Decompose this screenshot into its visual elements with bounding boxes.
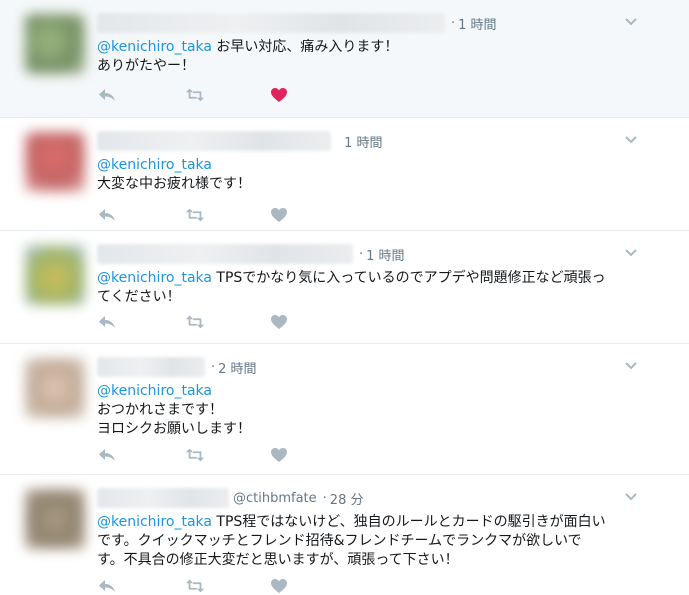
avatar[interactable] xyxy=(25,132,85,192)
tweet-text: @kenichiro_taka 大変な中お疲れ様です！ xyxy=(97,157,251,192)
chevron-down-icon[interactable] xyxy=(625,362,637,372)
tweet[interactable]: · 1 時間 @kenichiro_taka TPSでかなり気に入っているのでア… xyxy=(0,231,689,344)
tweet-feed: · 1 時間 @kenichiro_taka お早い対応、痛み入ります！ ありが… xyxy=(0,0,689,593)
mention-link[interactable]: @kenichiro_taka xyxy=(97,39,212,55)
chevron-down-icon[interactable] xyxy=(625,493,637,503)
reply-icon xyxy=(99,580,115,592)
reply-button[interactable] xyxy=(97,313,117,331)
retweet-icon xyxy=(185,448,205,462)
avatar[interactable] xyxy=(25,245,85,305)
tweet-time[interactable]: 2 時間 xyxy=(218,358,256,377)
retweet-icon xyxy=(185,88,205,102)
like-button[interactable] xyxy=(269,206,289,224)
retweet-icon xyxy=(185,579,205,593)
avatar[interactable] xyxy=(25,358,85,418)
retweet-icon xyxy=(185,208,205,222)
tweet-time[interactable]: 28 分 xyxy=(330,489,364,508)
like-button[interactable] xyxy=(269,86,289,104)
reply-icon xyxy=(99,89,115,101)
reply-button[interactable] xyxy=(97,206,117,224)
like-button[interactable] xyxy=(269,577,289,595)
retweet-icon xyxy=(185,315,205,329)
reply-button[interactable] xyxy=(97,446,117,464)
chevron-down-icon[interactable] xyxy=(625,249,637,259)
tweet[interactable]: · 1 時間 @kenichiro_taka お早い対応、痛み入ります！ ありが… xyxy=(0,0,689,118)
author-name[interactable] xyxy=(97,13,445,33)
tweet-time[interactable]: 1 時間 xyxy=(366,245,404,264)
tweet-time[interactable]: 1 時間 xyxy=(344,132,382,151)
author-handle[interactable]: @ctihbmfate xyxy=(233,491,317,506)
tweet-text: @kenichiro_taka TPSでかなり気に入っているのでアプデや問題修正… xyxy=(97,270,606,305)
mention-link[interactable]: @kenichiro_taka xyxy=(97,514,212,530)
like-button[interactable] xyxy=(269,313,289,331)
reply-icon xyxy=(99,449,115,461)
retweet-button[interactable] xyxy=(185,577,205,595)
author-name[interactable] xyxy=(97,488,229,508)
like-button[interactable] xyxy=(269,446,289,464)
tweet-text: @kenichiro_taka お早い対応、痛み入ります！ ありがたやー！ xyxy=(97,39,399,74)
mention-link[interactable]: @kenichiro_taka xyxy=(97,157,212,173)
heart-icon xyxy=(271,448,287,462)
avatar[interactable] xyxy=(25,489,85,549)
heart-icon xyxy=(271,88,287,102)
retweet-button[interactable] xyxy=(185,206,205,224)
chevron-down-icon[interactable] xyxy=(625,136,637,146)
avatar[interactable] xyxy=(25,14,85,74)
tweet-text: @kenichiro_taka TPS程ではないけど、独自のルールとカードの駆引… xyxy=(97,514,606,568)
reply-button[interactable] xyxy=(97,86,117,104)
tweet[interactable]: @ctihbmfate · 28 分 @kenichiro_taka TPS程で… xyxy=(0,475,689,593)
retweet-button[interactable] xyxy=(185,446,205,464)
retweet-button[interactable] xyxy=(185,313,205,331)
author-name[interactable] xyxy=(97,357,205,377)
reply-icon xyxy=(99,316,115,328)
tweet-time[interactable]: 1 時間 xyxy=(458,14,496,33)
reply-icon xyxy=(99,209,115,221)
reply-button[interactable] xyxy=(97,577,117,595)
heart-icon xyxy=(271,208,287,222)
mention-link[interactable]: @kenichiro_taka xyxy=(97,383,212,399)
chevron-down-icon[interactable] xyxy=(625,18,637,28)
tweet[interactable]: · 2 時間 @kenichiro_taka おつかれさまです！ ヨロシクお願い… xyxy=(0,344,689,475)
retweet-button[interactable] xyxy=(185,86,205,104)
author-name[interactable] xyxy=(97,131,331,151)
author-name[interactable] xyxy=(97,244,353,264)
heart-icon xyxy=(271,579,287,593)
tweet[interactable]: · 1 時間 @kenichiro_taka 大変な中お疲れ様です！ xyxy=(0,118,689,231)
heart-icon xyxy=(271,315,287,329)
tweet-text: @kenichiro_taka おつかれさまです！ ヨロシクお願いします！ xyxy=(97,383,251,437)
mention-link[interactable]: @kenichiro_taka xyxy=(97,270,212,286)
